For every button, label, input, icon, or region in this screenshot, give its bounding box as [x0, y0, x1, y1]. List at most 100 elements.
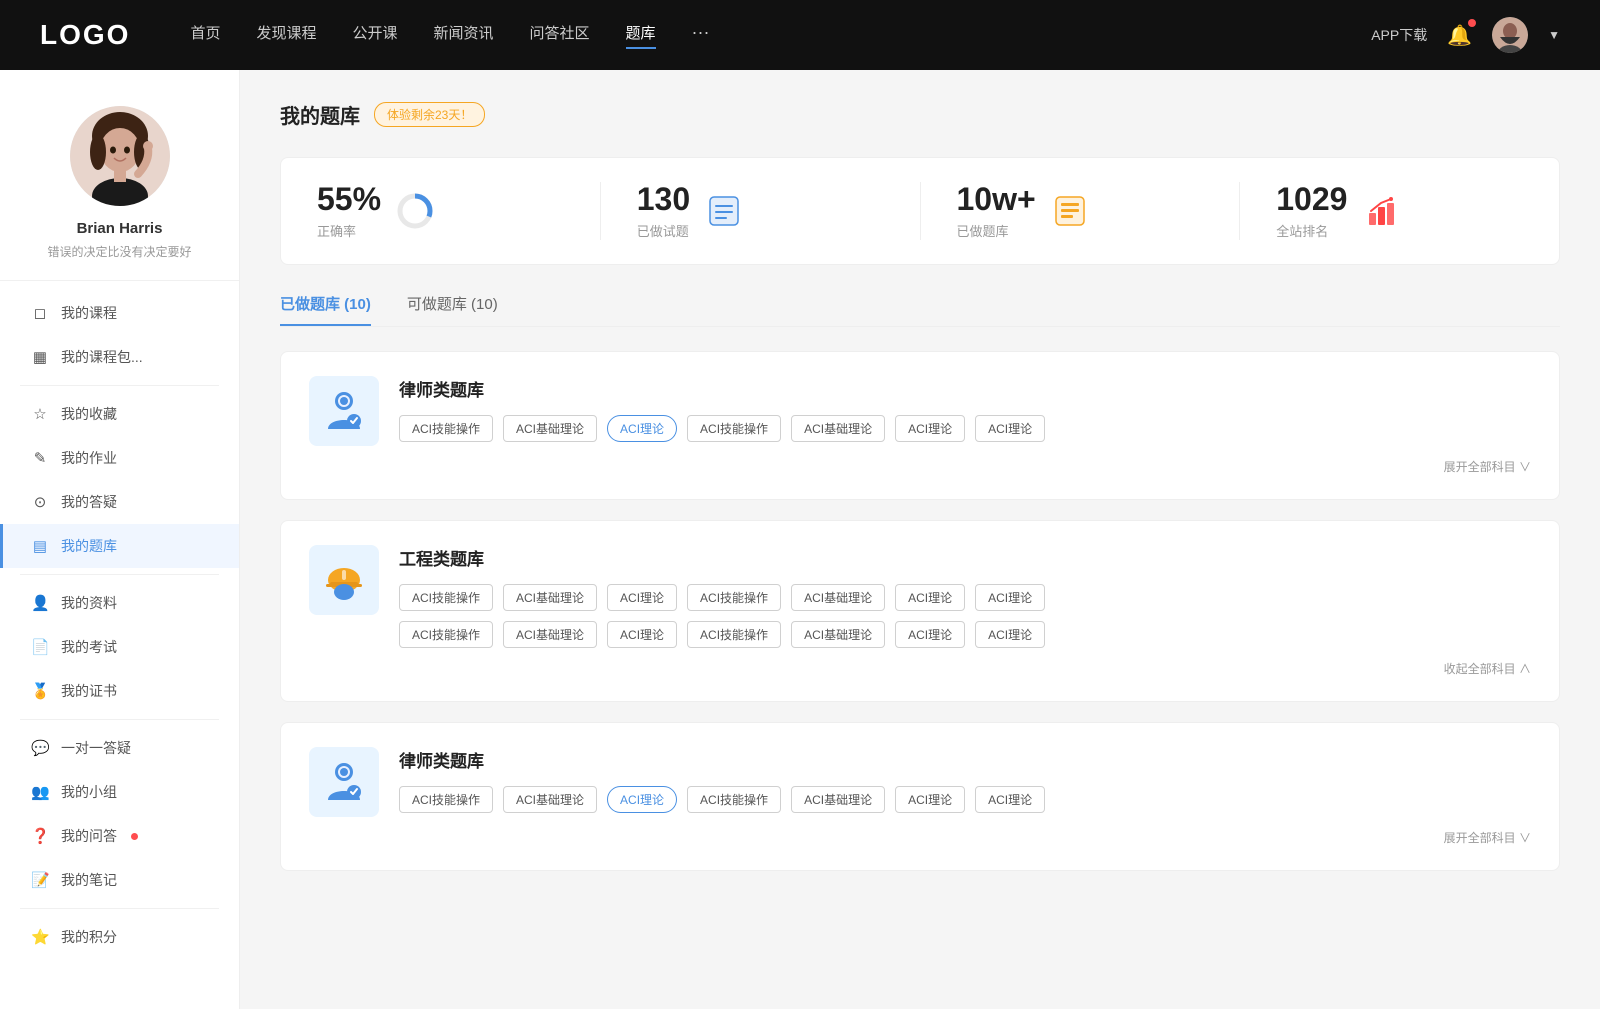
sidebar-profile: Brian Harris 错误的决定比没有决定要好 [0, 70, 239, 281]
tag-3-1[interactable]: ACI技能操作 [399, 786, 493, 813]
sidebar-item-homework[interactable]: ✎ 我的作业 [0, 436, 239, 480]
nav-qa[interactable]: 问答社区 [530, 22, 590, 49]
stat-ranking-label: 全站排名 [1276, 221, 1347, 240]
nav-more[interactable]: ··· [692, 22, 710, 49]
tab-done-banks[interactable]: 已做题库 (10) [280, 293, 371, 326]
avatar[interactable] [1492, 17, 1528, 53]
stat-questions-done-value: 130 [637, 182, 690, 217]
sidebar-item-favorites[interactable]: ☆ 我的收藏 [0, 392, 239, 436]
sidebar-item-qa[interactable]: ⊙ 我的答疑 [0, 480, 239, 524]
stat-banks-done: 10w+ 已做题库 [921, 182, 1241, 240]
tag-1-7[interactable]: ACI理论 [975, 415, 1045, 442]
tab-available-banks[interactable]: 可做题库 (10) [407, 293, 498, 326]
sidebar-item-cert[interactable]: 🏅 我的证书 [0, 669, 239, 713]
tag-3-5[interactable]: ACI基础理论 [791, 786, 885, 813]
notes-icon: 📝 [31, 871, 49, 889]
sidebar-label-one-on-one: 一对一答疑 [61, 738, 131, 758]
data-icon: 👤 [31, 594, 49, 612]
tag-1-1[interactable]: ACI技能操作 [399, 415, 493, 442]
sidebar-label-notes: 我的笔记 [61, 870, 117, 890]
sidebar-label-my-course: 我的课程 [61, 303, 117, 323]
tag-2r-1[interactable]: ACI技能操作 [399, 621, 493, 648]
notification-badge [1468, 19, 1476, 27]
sidebar-item-one-on-one[interactable]: 💬 一对一答疑 [0, 726, 239, 770]
tag-2-2[interactable]: ACI基础理论 [503, 584, 597, 611]
nav-news[interactable]: 新闻资讯 [434, 22, 494, 49]
nav-app-download[interactable]: APP下载 [1371, 25, 1427, 45]
sidebar-divider-1 [20, 385, 219, 386]
sidebar-label-data: 我的资料 [61, 593, 117, 613]
expand-link-1[interactable]: 展开全部科目 ∨ [1444, 458, 1531, 475]
stat-questions-done-label: 已做试题 [637, 221, 690, 240]
sidebar-item-exam[interactable]: 📄 我的考试 [0, 625, 239, 669]
notification-bell[interactable]: 🔔 [1447, 23, 1472, 48]
sidebar-item-data[interactable]: 👤 我的资料 [0, 581, 239, 625]
tag-2-7[interactable]: ACI理论 [975, 584, 1045, 611]
tag-1-6[interactable]: ACI理论 [895, 415, 965, 442]
tag-2r-3[interactable]: ACI理论 [607, 621, 677, 648]
qbank-engineer-icon-wrap [309, 545, 379, 615]
main-content: 我的题库 体验剩余23天！ 55% 正确率 [240, 70, 1600, 1009]
qbank-engineer-body: 工程类题库 ACI技能操作 ACI基础理论 ACI理论 ACI技能操作 ACI基… [399, 545, 1531, 648]
sidebar-label-my-question: 我的问答 [61, 826, 117, 846]
tag-2-6[interactable]: ACI理论 [895, 584, 965, 611]
stat-banks-done-text: 10w+ 已做题库 [957, 182, 1036, 240]
nav-links: 首页 发现课程 公开课 新闻资讯 问答社区 题库 ··· [190, 22, 1371, 49]
nav-qbank[interactable]: 题库 [626, 22, 656, 49]
tag-3-4[interactable]: ACI技能操作 [687, 786, 781, 813]
collapse-link-2[interactable]: 收起全部科目 ∧ [1444, 660, 1531, 677]
tag-3-7[interactable]: ACI理论 [975, 786, 1045, 813]
sidebar-item-points[interactable]: ⭐ 我的积分 [0, 915, 239, 959]
stat-accuracy: 55% 正确率 [281, 182, 601, 240]
chevron-down-icon[interactable]: ▼ [1548, 28, 1560, 42]
tag-1-4[interactable]: ACI技能操作 [687, 415, 781, 442]
lawyer-icon-2 [320, 758, 368, 806]
logo[interactable]: LOGO [40, 19, 130, 51]
tag-2r-5[interactable]: ACI基础理论 [791, 621, 885, 648]
stat-questions-done: 130 已做试题 [601, 182, 921, 240]
sidebar-item-group[interactable]: 👥 我的小组 [0, 770, 239, 814]
tag-1-2[interactable]: ACI基础理论 [503, 415, 597, 442]
qbank-title-2: 工程类题库 [399, 545, 1531, 570]
tag-2r-6[interactable]: ACI理论 [895, 621, 965, 648]
sidebar-item-my-question[interactable]: ❓ 我的问答 [0, 814, 239, 858]
homework-icon: ✎ [31, 449, 49, 467]
tag-3-6[interactable]: ACI理论 [895, 786, 965, 813]
qa-icon: ⊙ [31, 493, 49, 511]
ranking-icon [1363, 193, 1399, 229]
qbank-tags-1: ACI技能操作 ACI基础理论 ACI理论 ACI技能操作 ACI基础理论 AC… [399, 415, 1531, 442]
qbank-lawyer2-body: 律师类题库 ACI技能操作 ACI基础理论 ACI理论 ACI技能操作 ACI基… [399, 747, 1531, 813]
sidebar-item-my-package[interactable]: ▦ 我的课程包... [0, 335, 239, 379]
nav-home[interactable]: 首页 [190, 22, 220, 49]
tag-1-3[interactable]: ACI理论 [607, 415, 677, 442]
tag-2-1[interactable]: ACI技能操作 [399, 584, 493, 611]
tag-2r-4[interactable]: ACI技能操作 [687, 621, 781, 648]
nav-open-course[interactable]: 公开课 [352, 22, 397, 49]
qbank-lawyer-icon-wrap [309, 376, 379, 446]
profile-motto: 错误的决定比没有决定要好 [47, 243, 191, 260]
qbank-lawyer2-header: 律师类题库 ACI技能操作 ACI基础理论 ACI理论 ACI技能操作 ACI基… [309, 747, 1531, 817]
tag-2r-2[interactable]: ACI基础理论 [503, 621, 597, 648]
tag-1-5[interactable]: ACI基础理论 [791, 415, 885, 442]
sidebar: Brian Harris 错误的决定比没有决定要好 ◻ 我的课程 ▦ 我的课程包… [0, 70, 240, 1009]
qbank-tags-2: ACI技能操作 ACI基础理论 ACI理论 ACI技能操作 ACI基础理论 AC… [399, 584, 1531, 611]
sidebar-label-qa: 我的答疑 [61, 492, 117, 512]
sidebar-divider-3 [20, 719, 219, 720]
tag-2-3[interactable]: ACI理论 [607, 584, 677, 611]
stat-questions-done-text: 130 已做试题 [637, 182, 690, 240]
sidebar-item-notes[interactable]: 📝 我的笔记 [0, 858, 239, 902]
course-icon: ◻ [31, 304, 49, 322]
tabs-row: 已做题库 (10) 可做题库 (10) [280, 293, 1560, 327]
tag-2-5[interactable]: ACI基础理论 [791, 584, 885, 611]
qbank-card-engineer: 工程类题库 ACI技能操作 ACI基础理论 ACI理论 ACI技能操作 ACI基… [280, 520, 1560, 702]
group-icon: 👥 [31, 783, 49, 801]
sidebar-item-qbank[interactable]: ▤ 我的题库 [0, 524, 239, 568]
tag-2-4[interactable]: ACI技能操作 [687, 584, 781, 611]
expand-link-3[interactable]: 展开全部科目 ∨ [1444, 829, 1531, 846]
nav-discover[interactable]: 发现课程 [256, 22, 316, 49]
tag-3-3[interactable]: ACI理论 [607, 786, 677, 813]
tag-3-2[interactable]: ACI基础理论 [503, 786, 597, 813]
stat-accuracy-value: 55% [317, 182, 381, 217]
tag-2r-7[interactable]: ACI理论 [975, 621, 1045, 648]
sidebar-item-my-course[interactable]: ◻ 我的课程 [0, 291, 239, 335]
